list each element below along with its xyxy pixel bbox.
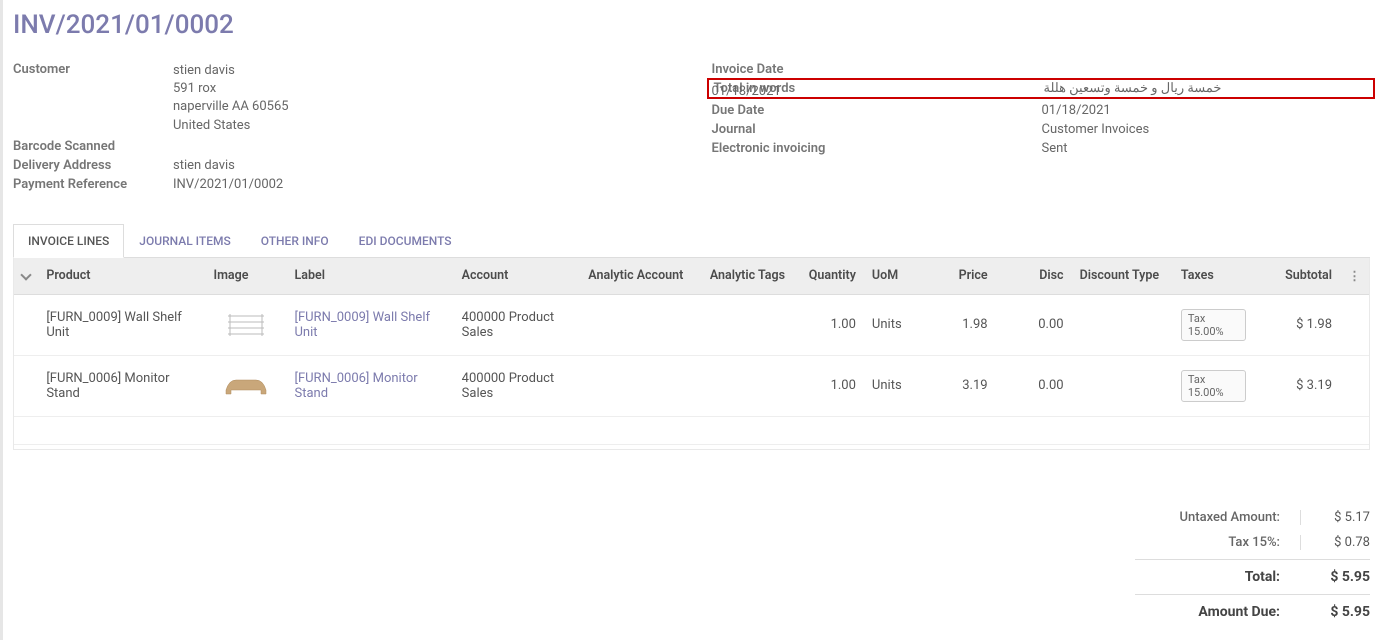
- tabs: INVOICE LINES JOURNAL ITEMS OTHER INFO E…: [13, 224, 1370, 258]
- expand-all[interactable]: [14, 258, 38, 295]
- due-date-value: 01/18/2021: [1042, 103, 1111, 118]
- cell-analytic-account: [580, 294, 702, 355]
- cell-taxes: Tax 15.00%: [1173, 355, 1254, 416]
- delivery-label: Delivery Address: [13, 158, 173, 173]
- table-row[interactable]: [FURN_0009] Wall Shelf Unit [FURN_0009] W…: [14, 294, 1369, 355]
- due-date-label: Due Date: [712, 103, 1042, 118]
- einvoice-value: Sent: [1042, 141, 1068, 156]
- col-product[interactable]: Product: [38, 258, 205, 295]
- customer-value: stien davis 591 rox naperville AA 60565 …: [173, 62, 289, 135]
- chevron-down-icon: [20, 270, 31, 281]
- cell-product: [FURN_0006] Monitor Stand: [38, 355, 205, 416]
- cell-taxes: Tax 15.00%: [1173, 294, 1254, 355]
- cell-image: [205, 294, 286, 355]
- amount-due-value: $ 5.95: [1300, 604, 1370, 620]
- col-discount-type[interactable]: Discount Type: [1072, 258, 1173, 295]
- cell-label[interactable]: [FURN_0006] Monitor Stand: [287, 355, 454, 416]
- col-label[interactable]: Label: [287, 258, 454, 295]
- tab-journal-items[interactable]: JOURNAL ITEMS: [124, 224, 245, 258]
- barcode-label: Barcode Scanned: [13, 139, 173, 154]
- invoice-lines-table: Product Image Label Account Analytic Acc…: [14, 258, 1369, 417]
- payref-label: Payment Reference: [13, 177, 173, 192]
- cell-analytic-tags: [702, 355, 798, 416]
- col-image[interactable]: Image: [205, 258, 286, 295]
- amount-due-label: Amount Due:: [1135, 604, 1300, 620]
- cell-price: 1.98: [920, 294, 996, 355]
- cell-disc: 0.00: [996, 355, 1072, 416]
- cell-account: 400000 Product Sales: [454, 355, 581, 416]
- cell-subtotal: $ 3.19: [1254, 355, 1340, 416]
- cell-subtotal: $ 1.98: [1254, 294, 1340, 355]
- cell-analytic-tags: [702, 294, 798, 355]
- col-subtotal[interactable]: Subtotal: [1254, 258, 1340, 295]
- cell-price: 3.19: [920, 355, 996, 416]
- journal-value: Customer Invoices: [1042, 122, 1150, 137]
- col-quantity[interactable]: Quantity: [798, 258, 864, 295]
- col-taxes[interactable]: Taxes: [1173, 258, 1254, 295]
- cell-quantity: 1.00: [798, 355, 864, 416]
- cell-account: 400000 Product Sales: [454, 294, 581, 355]
- table-row[interactable]: [FURN_0006] Monitor Stand [FURN_0006] Mon…: [14, 355, 1369, 416]
- tax-value: $ 0.78: [1300, 535, 1370, 550]
- cell-analytic-account: [580, 355, 702, 416]
- untaxed-label: Untaxed Amount:: [1135, 510, 1300, 525]
- col-uom[interactable]: UoM: [864, 258, 920, 295]
- total-label: Total:: [1135, 569, 1300, 585]
- total-value: $ 5.95: [1300, 569, 1370, 585]
- customer-label: Customer: [13, 62, 173, 77]
- col-more[interactable]: ⋮: [1340, 258, 1369, 295]
- cell-uom: Units: [864, 355, 920, 416]
- cell-image: [205, 355, 286, 416]
- page-title: INV/2021/01/0002: [13, 10, 1370, 40]
- cell-quantity: 1.00: [798, 294, 864, 355]
- tax-label: Tax 15%:: [1135, 535, 1300, 550]
- payref-value: INV/2021/01/0002: [173, 177, 283, 192]
- cell-label[interactable]: [FURN_0009] Wall Shelf Unit: [287, 294, 454, 355]
- cell-uom: Units: [864, 294, 920, 355]
- untaxed-value: $ 5.17: [1300, 510, 1370, 525]
- col-analytic-tags[interactable]: Analytic Tags: [702, 258, 798, 295]
- tab-invoice-lines[interactable]: INVOICE LINES: [13, 224, 124, 258]
- invoice-date-label: Invoice Date: [712, 62, 1042, 77]
- einvoice-label: Electronic invoicing: [712, 141, 1042, 156]
- tab-edi-documents[interactable]: EDI DOCUMENTS: [344, 224, 467, 258]
- cell-discount-type: [1072, 294, 1173, 355]
- col-price[interactable]: Price: [920, 258, 996, 295]
- tab-other-info[interactable]: OTHER INFO: [246, 224, 344, 258]
- invoice-date-value: 01/18/2021: [712, 84, 1042, 99]
- cell-discount-type: [1072, 355, 1173, 416]
- col-account[interactable]: Account: [454, 258, 581, 295]
- delivery-value: stien davis: [173, 158, 235, 173]
- cell-product: [FURN_0009] Wall Shelf Unit: [38, 294, 205, 355]
- cell-disc: 0.00: [996, 294, 1072, 355]
- journal-label: Journal: [712, 122, 1042, 137]
- col-analytic-account[interactable]: Analytic Account: [580, 258, 702, 295]
- totals-summary: Untaxed Amount: $ 5.17 Tax 15%: $ 0.78 T…: [1135, 505, 1370, 625]
- total-words-value: خمسة ريال و خمسة وتسعين هللة: [1044, 81, 1222, 96]
- col-disc[interactable]: Disc: [996, 258, 1072, 295]
